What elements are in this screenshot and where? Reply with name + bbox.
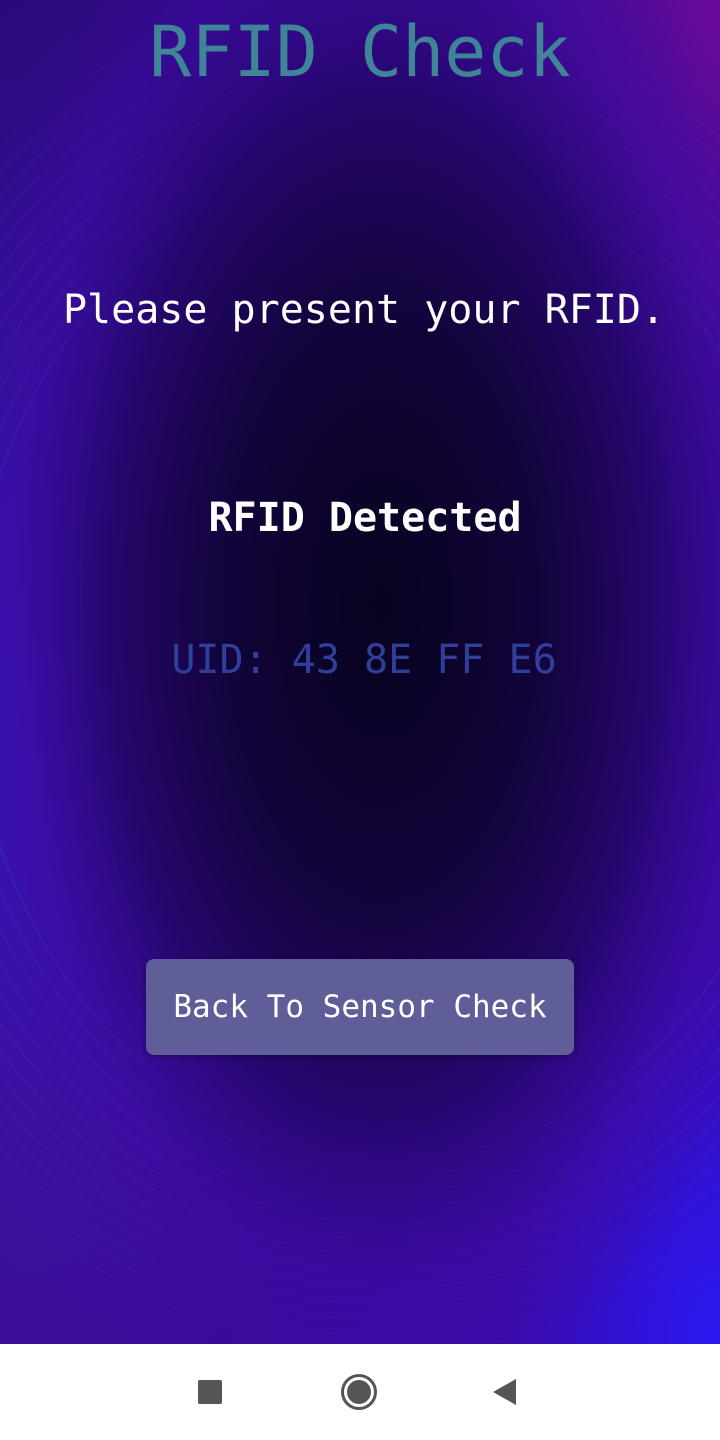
screen: RFID Check Please present your RFID. RFI… (0, 0, 720, 1440)
page-title: RFID Check (149, 11, 571, 93)
back-button-label: Back To Sensor Check (173, 989, 547, 1025)
square-icon (198, 1380, 222, 1404)
app-area: RFID Check Please present your RFID. RFI… (0, 0, 720, 1344)
rfid-prompt-text: Please present your RFID. (62, 287, 666, 333)
back-to-sensor-check-button[interactable]: Back To Sensor Check (146, 959, 574, 1055)
circle-icon (341, 1374, 377, 1410)
recents-button[interactable] (162, 1344, 258, 1440)
rfid-uid-text: UID: 43 8E FF E6 (171, 637, 557, 683)
rfid-status-text: RFID Detected (208, 495, 522, 541)
home-button[interactable] (311, 1344, 407, 1440)
system-navigation-bar (0, 1344, 720, 1440)
back-button[interactable] (458, 1344, 554, 1440)
triangle-back-icon (492, 1379, 516, 1405)
